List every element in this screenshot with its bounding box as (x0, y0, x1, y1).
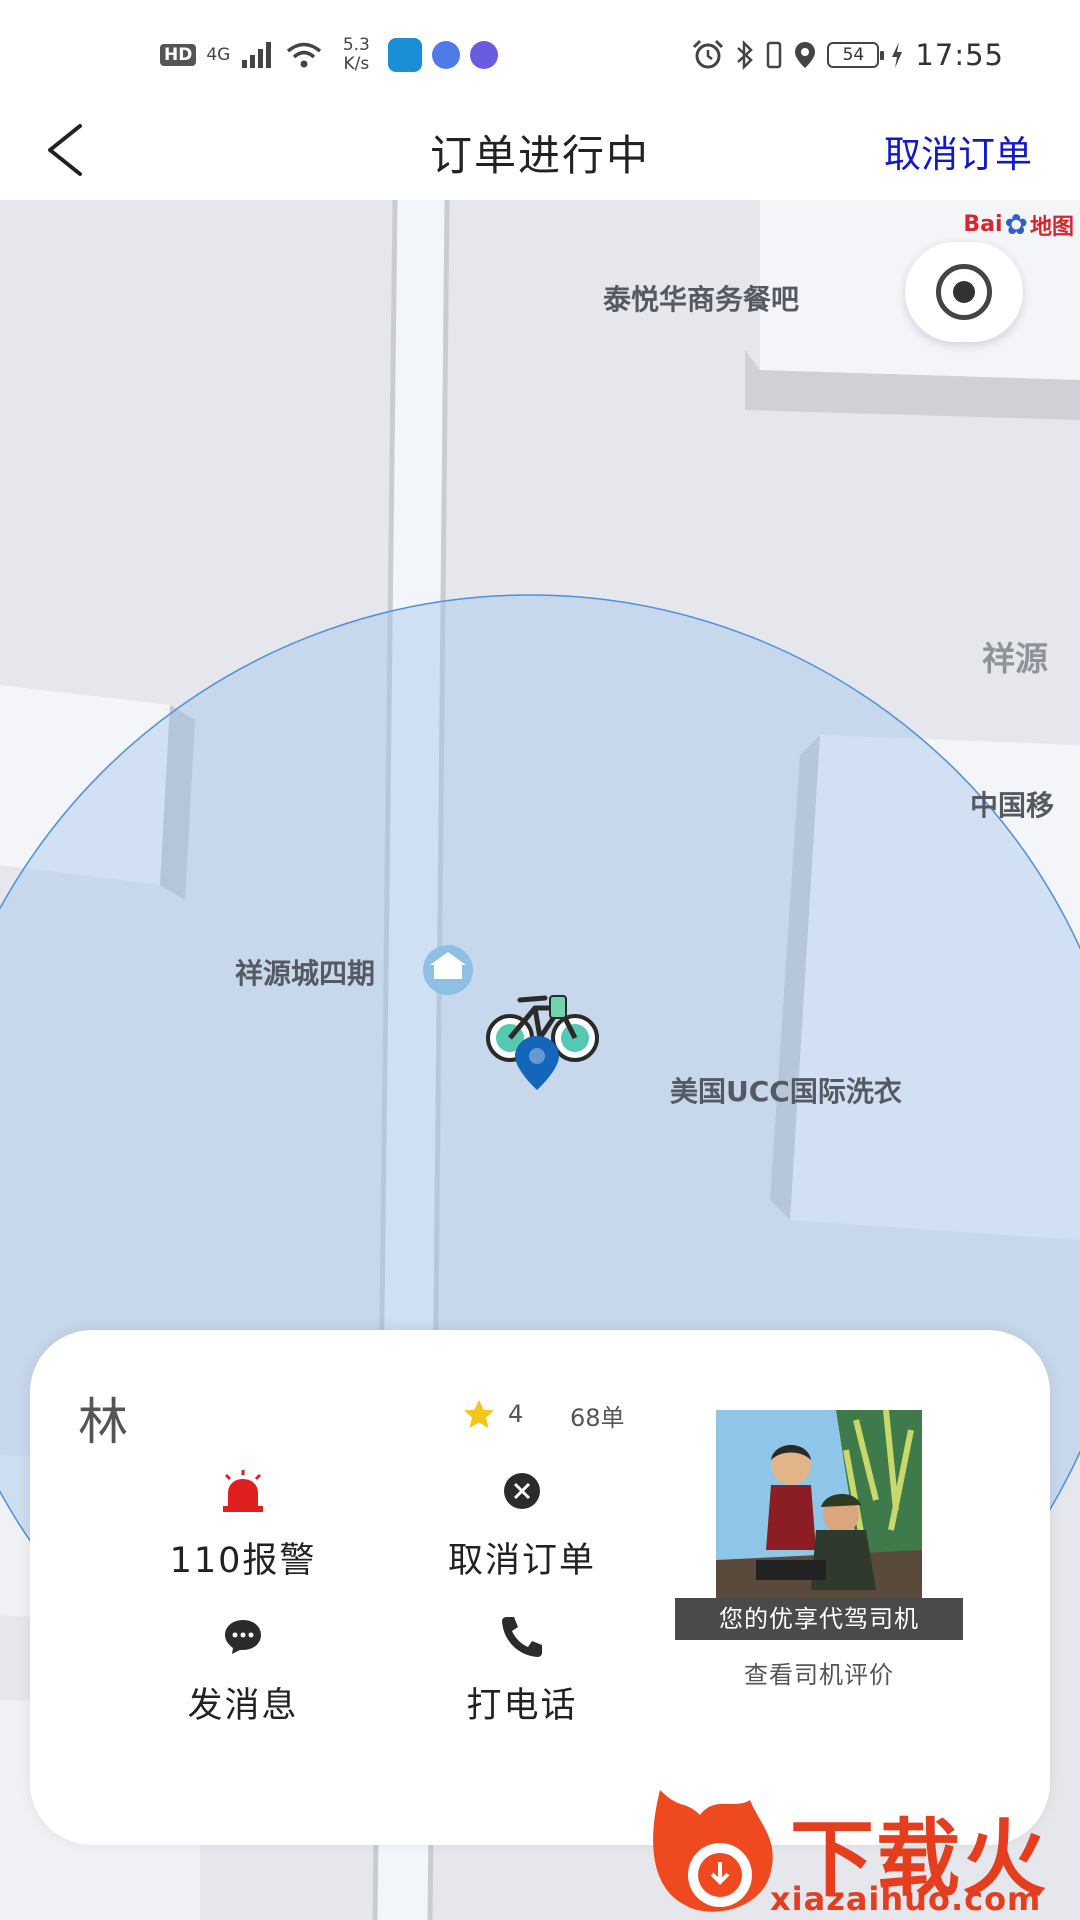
call-driver-label: 打电话 (466, 1686, 578, 1726)
phone-icon (502, 1617, 542, 1657)
driver-name: 林 (78, 1393, 128, 1451)
battery-level: 54 (827, 42, 885, 68)
alarm-icon (693, 39, 724, 69)
vibrate-icon (767, 41, 782, 69)
chat-bubble-icon (225, 1620, 261, 1654)
cancel-order-label: 取消订单 (447, 1541, 596, 1581)
order-count: 68单 (570, 1404, 625, 1432)
close-circle-icon (504, 1473, 540, 1509)
charging-icon (892, 42, 903, 68)
rating-value: 4 (508, 1400, 524, 1428)
cancel-order-link[interactable]: 取消订单 (884, 124, 1032, 178)
map-label-xiangyuan: 祥源 (982, 639, 1048, 678)
view-driver-reviews-link[interactable]: 查看司机评价 (675, 1655, 963, 1690)
flame-logo-icon (653, 1790, 773, 1912)
browser-notification-icon (432, 41, 461, 69)
bluetooth-icon (737, 40, 754, 70)
signal-icon (242, 42, 272, 68)
watermark-domain: xiazaihuo.com (770, 1880, 1042, 1918)
network-speed: 5.3 K/s (334, 36, 378, 74)
police-110-label: 110报警 (169, 1541, 317, 1581)
baidu-map-logo: Bai ✿ 地图 (963, 208, 1074, 241)
status-bar-left: HD 4G 5.3 K/s (160, 30, 499, 80)
hd-badge: HD (160, 44, 197, 66)
siren-icon (223, 1470, 263, 1512)
speed-unit: K/s (343, 54, 370, 74)
map-label-laundry: 美国UCC国际洗衣 (670, 1075, 902, 1108)
music-notification-icon (470, 41, 499, 69)
wifi-icon (287, 42, 322, 68)
cancel-order-button[interactable]: 取消订单 (407, 1460, 637, 1583)
site-watermark: 下载火 xiazaihuo.com (640, 1780, 1080, 1920)
top-nav-bar: 订单进行中 取消订单 (0, 100, 1080, 200)
driver-type-badge: 您的优享代驾司机 (675, 1598, 963, 1640)
call-driver-button[interactable]: 打电话 (407, 1605, 637, 1728)
send-message-button[interactable]: 发消息 (128, 1605, 358, 1728)
driver-avatar-illustration (716, 1410, 922, 1604)
baidu-paw-icon: ✿ (1004, 208, 1028, 241)
driver-rating: 4 (462, 1398, 523, 1430)
map-label-restaurant: 泰悦华商务餐吧 (603, 283, 800, 316)
map-label-china-mobile: 中国移 (970, 789, 1055, 822)
location-icon (795, 42, 816, 68)
locate-me-button[interactable] (905, 242, 1023, 342)
app-notification-icon (388, 38, 423, 72)
speed-value: 5.3 (342, 35, 370, 55)
baidu-logo-map: 地图 (1029, 214, 1074, 240)
star-icon (464, 1400, 494, 1428)
driver-info-card: 林 4 68单 110报警 取消订单 发消息 打电话 您的优享代驾司机 查看司机… (30, 1330, 1050, 1845)
status-bar: HD 4G 5.3 K/s 54 17:55 (0, 0, 1080, 100)
map-label-xiangyuan-phase4: 祥源城四期 (235, 957, 376, 990)
driver-photo[interactable] (716, 1410, 922, 1604)
clock: 17:55 (915, 38, 1004, 72)
baidu-logo-bai: Bai (963, 212, 1003, 237)
send-message-label: 发消息 (187, 1686, 299, 1726)
status-bar-right: 54 17:55 (691, 30, 1004, 80)
police-110-button[interactable]: 110报警 (128, 1460, 358, 1583)
network-type: 4G (206, 45, 231, 65)
